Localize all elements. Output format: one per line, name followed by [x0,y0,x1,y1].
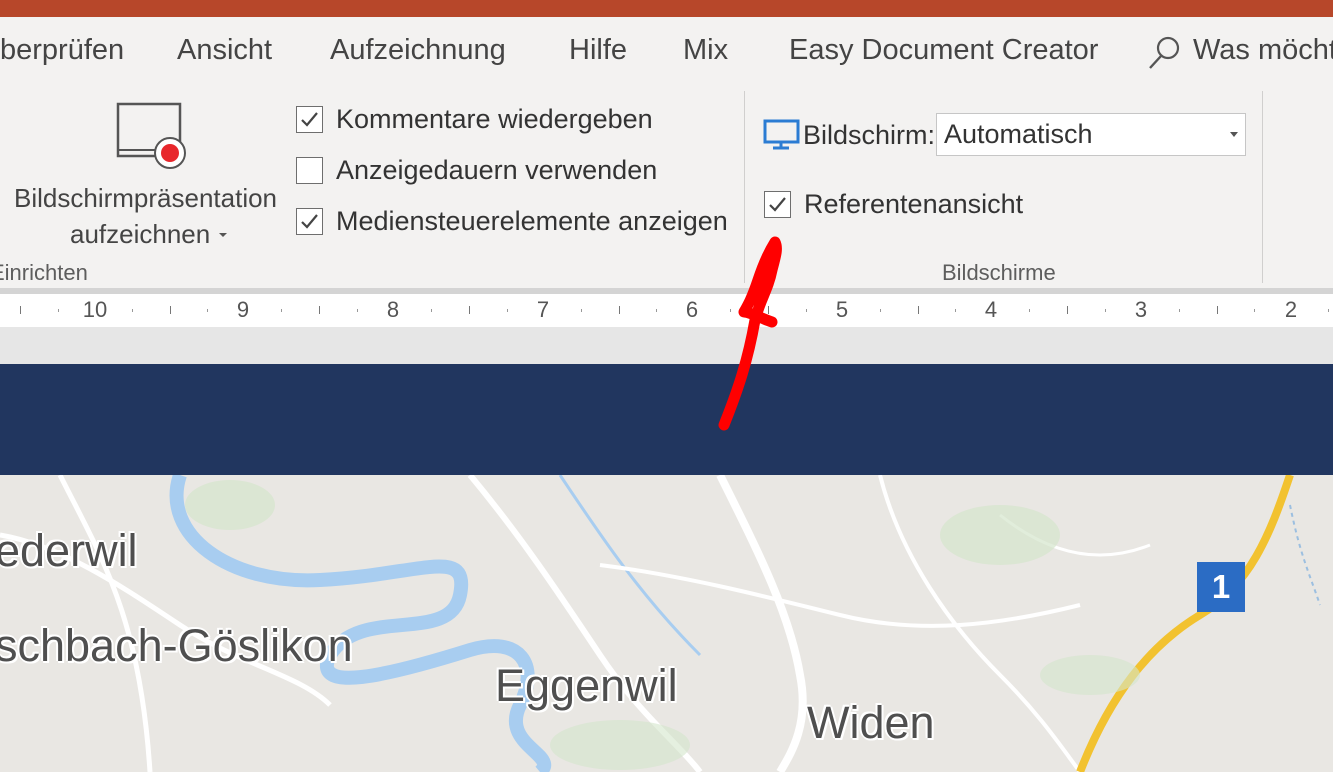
ruler-tick [1217,306,1218,314]
map-label-eggenwil: Eggenwil [495,660,678,711]
tab-aufzeichnung[interactable]: Aufzeichnung [330,34,506,67]
ruler-number: 5 [835,297,849,322]
checkbox-kommentare[interactable]: Kommentare wiedergeben [296,103,653,135]
ruler-dot [730,309,731,312]
ruler-tick [170,306,171,314]
ruler-dot [357,309,358,312]
ruler-number: 3 [1134,297,1148,322]
ruler-dot [581,309,582,312]
ruler-dot [955,309,956,312]
ruler-dot [431,309,432,312]
ribbon-tabs: berprüfen Ansicht Aufzeichnung Hilfe Mix… [0,17,1333,87]
checkbox-kommentare-label: Kommentare wiedergeben [336,103,653,134]
record-label-line2: aufzeichnen [70,219,211,249]
title-bar [0,0,1333,17]
ruler-dot [1328,309,1329,312]
ruler-number: 8 [386,297,400,322]
slide-canvas-gap [0,327,1333,364]
tell-me-search[interactable]: Was möcht [1147,33,1333,73]
ruler-number: 10 [82,297,108,322]
group-label-einrichten: Einrichten [0,260,88,285]
checkmark-icon [301,213,318,229]
ruler-number: 4 [984,297,998,322]
checkmark-icon [769,196,786,212]
monitor-select-value: Automatisch [944,119,1093,149]
search-icon [1149,36,1180,69]
group-label-bildschirme: Bildschirme [942,260,1056,285]
tell-me-text: Was möcht [1193,34,1333,66]
ruler-tick [918,306,919,314]
slide-map-image[interactable]: ederwil schbach-Göslikon Eggenwil Widen [0,475,1333,772]
ruler-dot [507,309,508,312]
ruler-dot [207,309,208,312]
ruler-tick [768,306,769,314]
ruler-tick [469,306,470,314]
group-divider [1262,91,1263,283]
map-label-fischbach-goeslikon: schbach-Göslikon [0,620,353,671]
checkbox-anzeigedauern[interactable]: Anzeigedauern verwenden [296,154,657,186]
monitor-icon [763,119,800,150]
checkbox-mediensteuerelemente[interactable]: Mediensteuerelemente anzeigen [296,205,728,237]
tab-mix[interactable]: Mix [683,34,728,67]
monitor-select[interactable]: Automatisch [936,113,1246,156]
checkmark-icon [301,111,318,127]
checkbox-kommentare-box[interactable] [296,105,323,133]
ruler-tick [1067,306,1068,314]
record-screen-icon [116,102,186,169]
ruler-dot [1254,309,1255,312]
ruler-number: 6 [685,297,699,322]
horizontal-ruler[interactable]: 10 9 8 7 6 5 4 3 2 [0,294,1333,327]
ruler-dot [132,309,133,312]
tab-ansicht[interactable]: Ansicht [177,34,272,67]
ruler-dot [880,309,881,312]
chevron-down-icon[interactable] [1230,132,1238,137]
checkbox-anzeigedauern-label: Anzeigedauern verwenden [336,154,658,185]
checkbox-referentenansicht-label: Referentenansicht [804,188,1024,219]
checkbox-mediensteuerelemente-box[interactable] [296,207,323,235]
checkbox-referentenansicht-box[interactable] [764,190,791,218]
record-slideshow-button[interactable]: Bildschirmpräsentation aufzeichnen [10,97,290,249]
ruler-dot [1105,309,1106,312]
ruler-dot [1029,309,1030,312]
dropdown-arrow-icon [219,233,227,237]
tab-hilfe[interactable]: Hilfe [569,34,627,67]
tab-easy-document-creator[interactable]: Easy Document Creator [789,34,1098,67]
monitor-label: Bildschirm: [803,120,936,150]
ruler-dot [806,309,807,312]
checkbox-referentenansicht[interactable]: Referentenansicht [764,188,1023,220]
ruler-number: 9 [236,297,250,322]
ruler-number: 2 [1284,297,1298,322]
slide-header-banner [0,364,1333,475]
ruler-tick [319,306,320,314]
checkbox-mediensteuerelemente-label: Mediensteuerelemente anzeigen [336,205,728,236]
ruler-dot [1179,309,1180,312]
map-label-niederwil: ederwil [0,525,138,576]
checkbox-anzeigedauern-box[interactable] [296,156,323,184]
ruler-dot [58,309,59,312]
group-divider [744,91,745,283]
ruler-dot [656,309,657,312]
ruler-number: 7 [536,297,550,322]
ruler-tick [20,306,21,314]
map-label-widen: Widen [807,697,935,748]
ruler-dot [281,309,282,312]
ruler-tick [619,306,620,314]
record-label-line1: Bildschirmpräsentation [14,183,278,213]
route-badge: 1 [1197,562,1245,612]
tab-ueberpruefen[interactable]: berprüfen [0,34,124,67]
ribbon-panel: Bildschirmpräsentation aufzeichnen Komme… [0,87,1333,288]
